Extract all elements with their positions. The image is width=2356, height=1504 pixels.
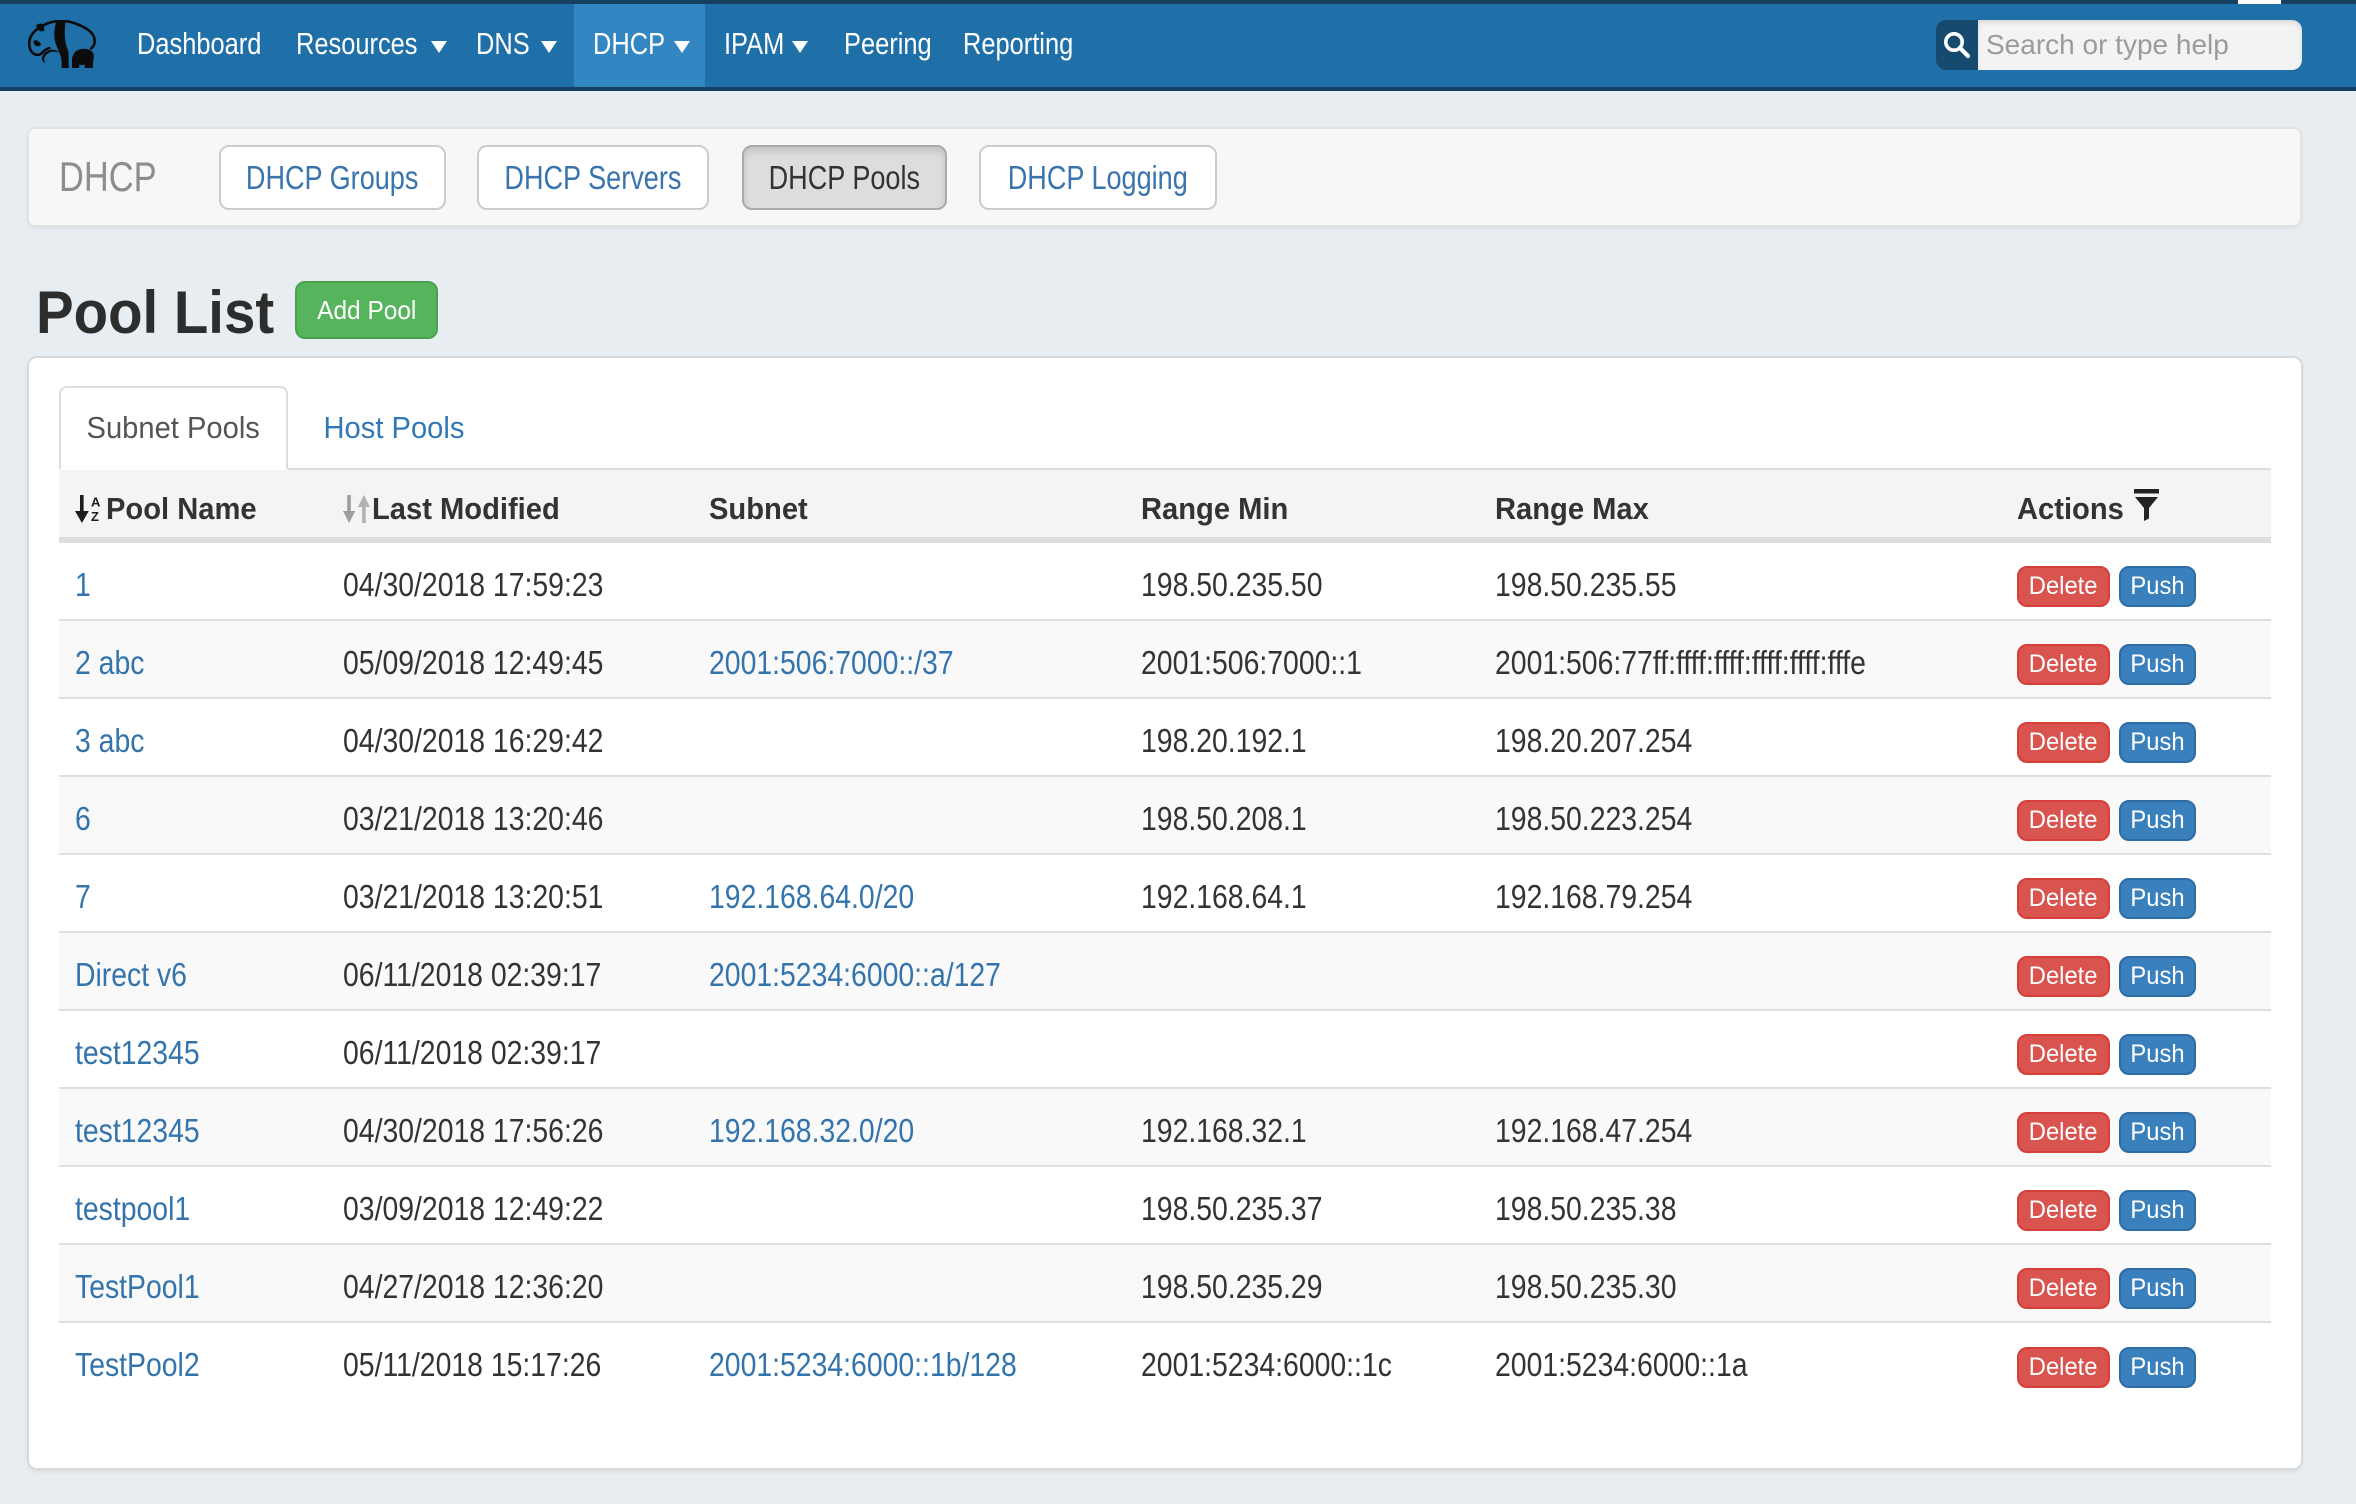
svg-text:A: A [91,494,101,509]
svg-text:Z: Z [91,509,99,524]
